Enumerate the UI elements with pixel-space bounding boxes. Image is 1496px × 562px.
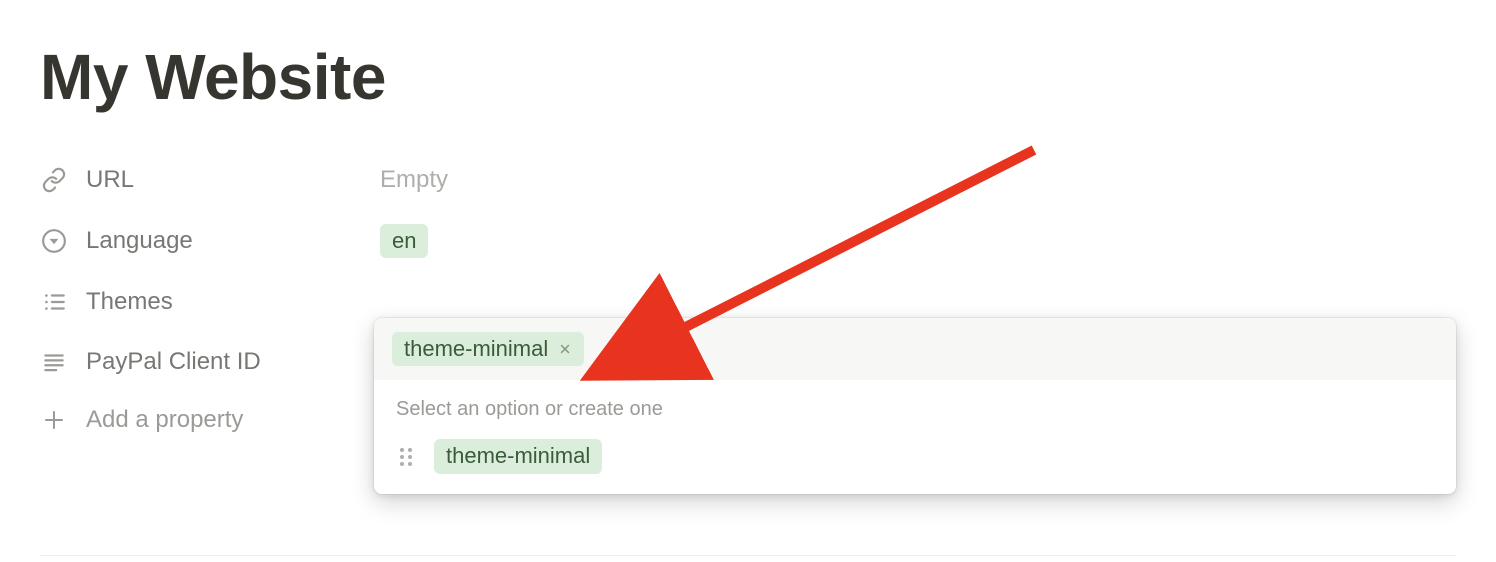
page-title: My Website — [40, 40, 1456, 114]
link-icon — [40, 166, 68, 194]
property-label-text: Themes — [86, 288, 173, 316]
add-property-label: Add a property — [86, 406, 243, 434]
property-value-language[interactable]: en — [380, 224, 1456, 258]
property-row-url: URL Empty — [40, 150, 1456, 210]
multiselect-input[interactable] — [594, 332, 1438, 366]
drag-handle-icon[interactable] — [396, 445, 416, 469]
property-value-url[interactable]: Empty — [380, 164, 1456, 196]
text-icon — [40, 348, 68, 376]
property-label-text: Language — [86, 227, 193, 255]
tag-text: theme-minimal — [446, 443, 590, 469]
property-label-url[interactable]: URL — [40, 166, 380, 194]
multiselect-icon — [40, 288, 68, 316]
property-label-text: URL — [86, 166, 134, 194]
property-label-language[interactable]: Language — [40, 227, 380, 255]
tag-text: en — [392, 228, 416, 254]
option-tag: theme-minimal — [434, 439, 602, 473]
option-row[interactable]: theme-minimal — [374, 431, 1456, 481]
property-row-language: Language en — [40, 210, 1456, 272]
property-label-themes[interactable]: Themes — [40, 288, 380, 316]
section-divider — [40, 555, 1456, 556]
select-icon — [40, 227, 68, 255]
popover-body: Select an option or create one theme-min… — [374, 380, 1456, 493]
popover-hint: Select an option or create one — [374, 388, 1456, 431]
popover-header[interactable]: theme-minimal — [374, 318, 1456, 380]
tag-text: theme-minimal — [404, 336, 548, 362]
plus-icon — [40, 406, 68, 434]
remove-tag-button[interactable] — [558, 342, 572, 356]
property-value-themes[interactable] — [380, 286, 1456, 318]
tag-language: en — [380, 224, 428, 258]
page-root: My Website URL Empty — [0, 0, 1496, 562]
multiselect-popover: theme-minimal Select an option or create… — [374, 318, 1456, 494]
selected-tag: theme-minimal — [392, 332, 584, 366]
property-label-text: PayPal Client ID — [86, 348, 261, 376]
property-label-paypal[interactable]: PayPal Client ID — [40, 348, 380, 376]
